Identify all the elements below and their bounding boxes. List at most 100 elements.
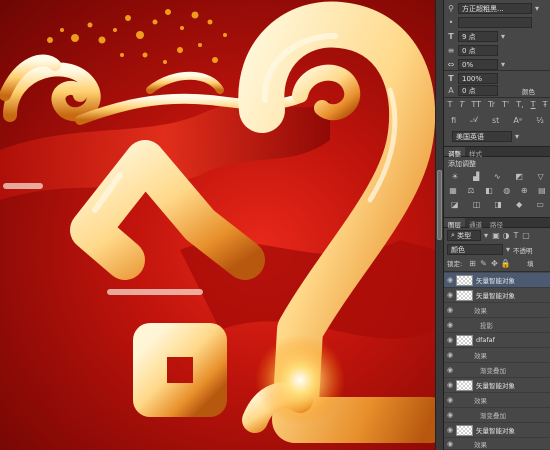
baseline-field[interactable]: 0 点: [458, 85, 498, 96]
layer-effects-row[interactable]: ◉ 效果: [444, 348, 550, 363]
visibility-eye-icon[interactable]: ◉: [444, 351, 456, 359]
adjustment-icons-row-1: ☀ ▟ ∿ ◩ ▽: [444, 172, 550, 181]
layer-name: dfafaf: [476, 336, 495, 344]
lock-all-icon[interactable]: 🔒: [500, 259, 511, 268]
visibility-eye-icon[interactable]: ◉: [444, 366, 456, 374]
posterize-icon[interactable]: ◫: [473, 200, 481, 209]
chevron-down-icon[interactable]: ▾: [498, 60, 508, 69]
threshold-icon[interactable]: ◨: [494, 200, 502, 209]
visibility-eye-icon[interactable]: ◉: [444, 306, 456, 314]
effects-label: 效果: [474, 352, 487, 360]
all-caps-icon[interactable]: TT: [471, 100, 481, 109]
chevron-down-icon[interactable]: ▾: [498, 32, 508, 41]
exposure-icon[interactable]: ◩: [515, 172, 523, 181]
layers-tabbar: 图层 通道 路径: [444, 217, 550, 229]
superscript-icon[interactable]: T': [502, 100, 509, 109]
adjust-filter-icon[interactable]: ◑: [501, 231, 511, 240]
swash-icon[interactable]: 𝒜: [470, 115, 478, 125]
visibility-eye-icon[interactable]: ◉: [444, 381, 456, 389]
faux-bold-icon[interactable]: T: [448, 100, 453, 109]
layer-effect-item[interactable]: ◉ 渐变叠加: [444, 363, 550, 378]
curves-icon[interactable]: ∿: [494, 172, 501, 181]
layer-row[interactable]: ◉ 矢量智能对象: [444, 378, 550, 393]
small-caps-icon[interactable]: Tr: [488, 100, 495, 109]
invert-icon[interactable]: ◪: [451, 200, 459, 209]
document-canvas[interactable]: [0, 0, 435, 450]
layer-row[interactable]: ◉ 矢量智能对象: [444, 273, 550, 288]
visibility-eye-icon[interactable]: ◉: [444, 336, 456, 344]
faux-italic-icon[interactable]: T: [459, 100, 464, 109]
visibility-eye-icon[interactable]: ◉: [444, 440, 456, 448]
chevron-down-icon[interactable]: ▾: [503, 245, 513, 254]
chevron-down-icon[interactable]: ▾: [532, 4, 542, 13]
selective-color-icon[interactable]: ◆: [516, 200, 522, 209]
layer-row[interactable]: ◉ 矢量智能对象: [444, 288, 550, 303]
ligature-icon[interactable]: fi: [451, 116, 456, 125]
font-family-dropdown[interactable]: 方正超粗黑...: [458, 3, 532, 14]
layer-row[interactable]: ◉ 矢量智能对象: [444, 423, 550, 438]
blend-mode-dropdown[interactable]: 颜色: [447, 244, 503, 255]
adjustment-icons-row-2: ▦ ⚖ ◧ ◍ ⊕ ▤: [444, 186, 550, 195]
canvas-vertical-scrollbar[interactable]: [435, 0, 443, 450]
ordinal-icon[interactable]: Aᵃ: [513, 116, 522, 125]
brightness-icon[interactable]: ☀: [451, 172, 458, 181]
layer-effect-item[interactable]: ◉ 投影: [444, 318, 550, 333]
lock-label: 锁定:: [447, 260, 463, 268]
sparkle-dots: [47, 9, 227, 64]
tracking-field[interactable]: 0%: [458, 59, 498, 70]
strikethrough-icon[interactable]: Ŧ: [543, 100, 548, 109]
visibility-eye-icon[interactable]: ◉: [444, 291, 456, 299]
layer-effect-item[interactable]: ◉ 渐变叠加: [444, 408, 550, 423]
tab-channels[interactable]: 通道: [465, 218, 486, 229]
baseline-icon: A: [448, 86, 454, 95]
lock-pixels-icon[interactable]: ⊞: [467, 259, 478, 268]
fraction-icon[interactable]: ½: [536, 116, 544, 125]
stylistic-icon[interactable]: st: [492, 116, 499, 125]
color-lookup-icon[interactable]: ▤: [538, 186, 546, 195]
photo-filter-icon[interactable]: ◍: [503, 186, 510, 195]
font-style-dropdown[interactable]: [458, 17, 532, 28]
scale-field[interactable]: 100%: [458, 73, 498, 84]
channel-mixer-icon[interactable]: ⊕: [521, 186, 528, 195]
language-dropdown[interactable]: 美国英语: [452, 131, 512, 142]
size-row: T 9 点 ▾: [444, 31, 550, 42]
layer-filter-row: ⌕ 类型 ▾ ▣ ◑ T ▢: [444, 230, 550, 241]
layer-effects-row[interactable]: ◉ 效果: [444, 438, 550, 450]
type-filter-icon[interactable]: T: [511, 231, 521, 240]
layer-row[interactable]: ◉ dfafaf: [444, 333, 550, 348]
tab-paths[interactable]: 路径: [486, 218, 507, 229]
vibrance-icon[interactable]: ▽: [537, 172, 543, 181]
layer-effects-row[interactable]: ◉ 效果: [444, 393, 550, 408]
visibility-eye-icon[interactable]: ◉: [444, 396, 456, 404]
subscript-icon[interactable]: T,: [516, 100, 523, 109]
lock-position-icon[interactable]: ✥: [489, 259, 500, 268]
image-filter-icon[interactable]: ▣: [491, 231, 501, 240]
lock-paint-icon[interactable]: ✎: [478, 259, 489, 268]
font-size-field[interactable]: 9 点: [458, 31, 498, 42]
layer-effects-row[interactable]: ◉ 效果: [444, 303, 550, 318]
link-icon: ⚲: [448, 4, 454, 13]
color-balance-icon[interactable]: ⚖: [467, 186, 474, 195]
black-white-icon[interactable]: ◧: [485, 186, 493, 195]
scrollbar-thumb[interactable]: [437, 170, 442, 240]
type-style-row: T T TT Tr T' T, T Ŧ: [444, 100, 550, 109]
visibility-eye-icon[interactable]: ◉: [444, 426, 456, 434]
layer-name: 矢量智能对象: [476, 427, 515, 435]
visibility-eye-icon[interactable]: ◉: [444, 411, 456, 419]
visibility-eye-icon[interactable]: ◉: [444, 321, 456, 329]
hue-saturation-icon[interactable]: ▦: [449, 186, 457, 195]
underline-icon[interactable]: T: [531, 100, 536, 109]
gradient-map-icon[interactable]: ▭: [536, 200, 544, 209]
visibility-eye-icon[interactable]: ◉: [444, 276, 456, 284]
chevron-down-icon[interactable]: ▾: [481, 231, 491, 240]
layer-filter-dropdown[interactable]: ⌕ 类型: [447, 230, 481, 241]
chevron-down-icon[interactable]: ▾: [512, 132, 522, 141]
tab-styles[interactable]: 样式: [465, 147, 486, 158]
effects-label: 效果: [474, 397, 487, 405]
levels-icon[interactable]: ▟: [473, 172, 479, 181]
tab-layers[interactable]: 图层: [444, 218, 465, 229]
bullet-icon: •: [448, 18, 454, 27]
shape-filter-icon[interactable]: ▢: [521, 231, 531, 240]
leading-field[interactable]: 0 点: [458, 45, 498, 56]
tab-adjustments[interactable]: 调整: [444, 147, 465, 158]
